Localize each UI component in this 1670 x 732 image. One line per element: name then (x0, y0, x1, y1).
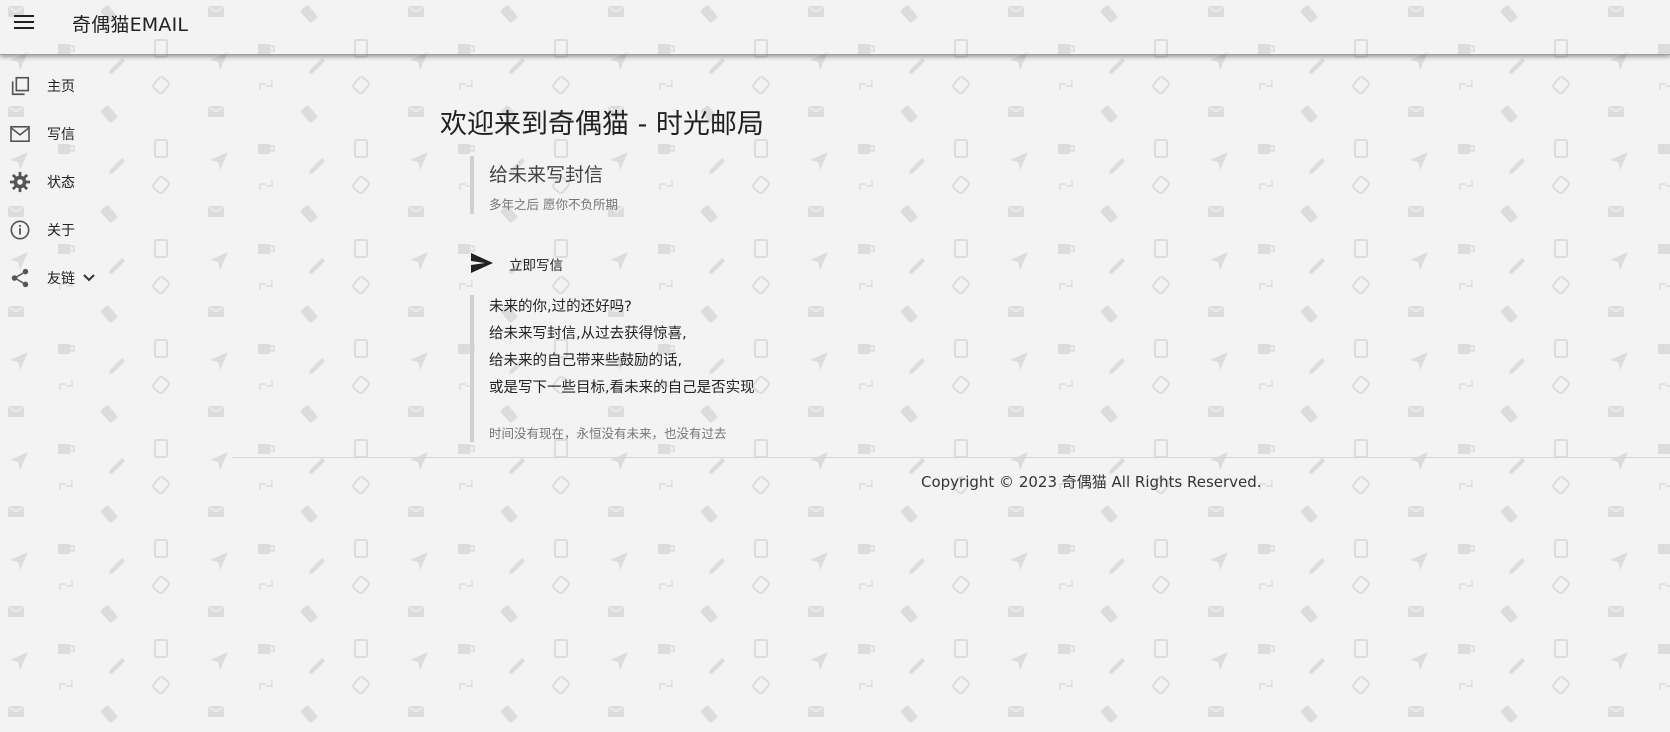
send-icon (471, 253, 493, 273)
sidebar-item-about[interactable]: 关于 (0, 206, 200, 254)
intro-subtitle: 多年之后 愿你不负所期 (489, 197, 618, 212)
share-icon (8, 266, 32, 290)
intro-blockquote: 给未来写封信 多年之后 愿你不负所期 (470, 156, 874, 214)
quote-line: 未来的你,过的还好吗? (489, 299, 632, 315)
intro-title: 给未来写封信 (489, 164, 604, 186)
quote-line: 给未来写封信,从过去获得惊喜, (489, 326, 687, 342)
copyright-text: Copyright © 2023 奇偶猫 All Rights Reserved… (921, 473, 1262, 491)
mail-icon (8, 122, 32, 146)
sidebar-item-label: 友链 (47, 271, 75, 287)
chevron-down-icon (80, 269, 98, 287)
sidebar-item-label: 写信 (47, 127, 75, 143)
quote-line: 给未来的自己带来些鼓励的话, (489, 353, 683, 369)
message-blockquote: 未来的你,过的还好吗? 给未来写封信,从过去获得惊喜, 给未来的自己带来些鼓励的… (470, 295, 894, 442)
info-icon (8, 218, 32, 242)
menu-button[interactable] (8, 6, 40, 38)
hamburger-menu-icon (14, 15, 34, 29)
sidebar-item-label: 状态 (47, 175, 75, 191)
app-bar: 奇偶猫EMAIL (0, 0, 1670, 55)
sidebar-item-label: 主页 (47, 79, 75, 95)
main-content: 欢迎来到奇偶猫 - 时光邮局 给未来写封信 多年之后 愿你不负所期 立即写信 未… (0, 0, 1670, 732)
quote-footer: 时间没有现在，永恒没有未来，也没有过去 (489, 426, 727, 441)
sidebar-item-label: 关于 (47, 223, 75, 239)
quote-line: 或是写下一些目标,看未来的自己是否实现 (489, 380, 755, 396)
footer-divider (232, 457, 1670, 458)
sidebar-item-status[interactable]: 状态 (0, 158, 200, 206)
sidebar: 主页 写信 状态 关于 友链 (0, 62, 200, 302)
sidebar-item-links[interactable]: 友链 (0, 254, 200, 302)
write-now-label: 立即写信 (509, 258, 563, 274)
gear-icon (8, 170, 32, 194)
sidebar-item-home[interactable]: 主页 (0, 62, 200, 110)
app-title: 奇偶猫EMAIL (72, 14, 189, 36)
page-title: 欢迎来到奇偶猫 - 时光邮局 (440, 109, 764, 140)
write-now-button[interactable]: 立即写信 (470, 248, 590, 278)
copy-icon (8, 74, 32, 98)
sidebar-item-write[interactable]: 写信 (0, 110, 200, 158)
